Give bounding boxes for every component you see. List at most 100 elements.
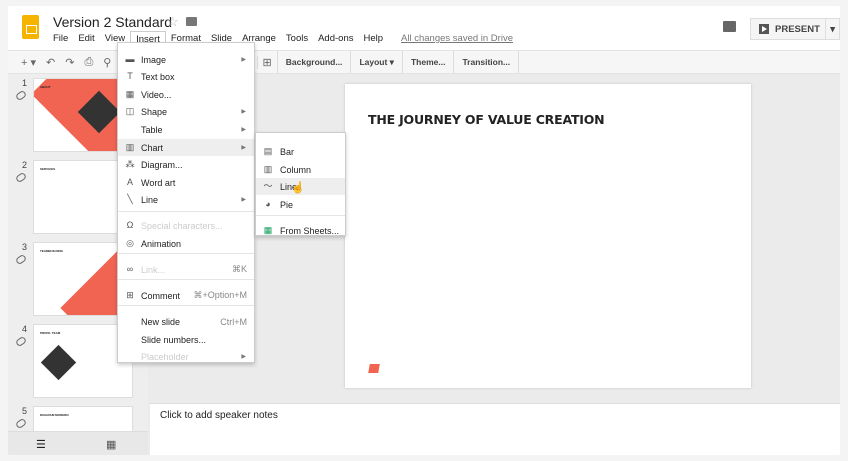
submenu-arrow-icon: ▶ <box>241 108 246 115</box>
background-button[interactable]: Background... <box>277 51 351 73</box>
menu-separator <box>256 215 345 216</box>
insert-item-chart[interactable]: ▥Chart▶ <box>118 139 254 156</box>
menu-item-label: Shape <box>141 107 167 117</box>
grid-view-icon[interactable]: ▦ <box>106 438 116 451</box>
logo-mark <box>368 364 380 373</box>
chart-item-column[interactable]: ▥Column <box>256 161 345 178</box>
redo-icon[interactable]: ↷ <box>60 56 79 69</box>
present-label: PRESENT <box>775 24 820 35</box>
insert-item-slide-numbers[interactable]: Slide numbers... <box>118 331 254 348</box>
insert-item-diagram[interactable]: ⁂Diagram... <box>118 156 254 173</box>
insert-item-comment[interactable]: ⊞ Comment ⌘+Option+M <box>118 287 254 304</box>
chart-icon: ▥ <box>125 143 135 152</box>
insert-item-placeholder: Placeholder ▶ <box>118 348 254 365</box>
video-icon: ▦ <box>125 90 135 99</box>
omega-icon: Ω <box>125 221 135 230</box>
folder-icon[interactable] <box>186 17 197 26</box>
menu-edit[interactable]: Edit <box>73 31 99 47</box>
slide-title[interactable]: THE JOURNEY OF VALUE CREATION <box>368 112 604 127</box>
menu-item-label: Diagram... <box>141 160 183 170</box>
speaker-notes[interactable]: Click to add speaker notes <box>150 403 840 455</box>
bar-chart-icon: ▤ <box>263 147 273 156</box>
slide-canvas[interactable]: THE JOURNEY OF VALUE CREATION <box>345 84 751 388</box>
save-status-link[interactable]: All changes saved in Drive <box>396 31 518 47</box>
shortcut-label: Ctrl+M <box>220 317 247 327</box>
layout-label: Layout <box>359 57 387 67</box>
layout-button[interactable]: Layout ▾ <box>350 51 402 73</box>
menu-item-label: Chart <box>141 143 163 153</box>
menu-separator <box>118 211 254 212</box>
insert-menu: ▬Image▶ T Text box ▦ Video... ◫ Shape ▶ Table ▶ ▥ C… <box>117 42 255 363</box>
pie-chart-icon: ◕ <box>263 200 273 209</box>
menu-item-label: New slide <box>141 317 180 327</box>
menu-separator <box>118 253 254 254</box>
thumb-title: PROFIL TEAM <box>40 331 60 335</box>
menu-item-label: Video... <box>141 90 171 100</box>
menu-item-label: Word art <box>141 178 175 188</box>
comments-icon[interactable] <box>723 21 736 32</box>
menu-item-label: Link... <box>141 265 165 275</box>
document-title[interactable]: Version 2 Standard <box>53 14 172 30</box>
menu-item-label: Text box <box>141 72 175 82</box>
link-icon <box>15 90 27 101</box>
menu-item-label: Slide numbers... <box>141 335 206 345</box>
theme-button[interactable]: Theme... <box>402 51 453 73</box>
insert-item-table[interactable]: Table ▶ <box>118 121 254 138</box>
insert-item-line[interactable]: ╲Line▶ <box>118 191 254 208</box>
menu-help[interactable]: Help <box>358 31 388 47</box>
paint-format-icon[interactable]: ⚲ <box>98 56 116 69</box>
shape-icon: ◫ <box>125 107 135 116</box>
menu-item-label: Line <box>141 195 158 205</box>
transition-button[interactable]: Transition... <box>453 51 519 73</box>
menu-addons[interactable]: Add-ons <box>313 31 358 47</box>
present-button[interactable]: PRESENT ▾ <box>750 18 840 40</box>
insert-item-video[interactable]: ▦ Video... <box>118 86 254 103</box>
menu-item-label: Bar <box>280 147 294 157</box>
animation-icon: ◎ <box>125 239 135 248</box>
insert-item-image[interactable]: ▬Image▶ <box>118 51 254 68</box>
slide-number: 5 <box>22 406 27 416</box>
menu-item-label: Comment <box>141 291 180 301</box>
print-icon[interactable]: ⎙ <box>79 56 98 69</box>
add-comment-icon[interactable]: ⊞ <box>257 56 277 69</box>
insert-item-word-art[interactable]: A Word art <box>118 174 254 191</box>
column-chart-icon: ▥ <box>263 165 273 174</box>
insert-item-animation[interactable]: ◎ Animation <box>118 235 254 252</box>
comment-icon: ⊞ <box>125 291 135 300</box>
slide-number: 3 <box>22 242 27 252</box>
slides-logo-icon[interactable] <box>22 15 39 39</box>
shortcut-label: ⌘+Option+M <box>193 290 247 301</box>
link-icon <box>15 172 27 183</box>
play-icon <box>759 24 769 34</box>
menu-separator <box>118 279 254 280</box>
text-box-icon: T <box>125 72 135 81</box>
menu-item-label: Placeholder <box>141 352 189 362</box>
line-icon: ╲ <box>125 195 135 204</box>
submenu-arrow-icon: ▶ <box>241 126 246 133</box>
submenu-arrow-icon: ▶ <box>241 353 246 360</box>
chart-item-from-sheets[interactable]: ▦From Sheets... <box>256 222 345 239</box>
menu-tools[interactable]: Tools <box>281 31 313 47</box>
menu-file[interactable]: File <box>48 31 73 47</box>
thumb-title: SERVICES <box>40 167 55 171</box>
view-switcher: ☰ ▦ <box>8 431 148 455</box>
slide-number: 4 <box>22 324 27 334</box>
menu-item-label: Table <box>141 125 163 135</box>
menu-item-label: Animation <box>141 239 181 249</box>
insert-item-new-slide[interactable]: New slide Ctrl+M <box>118 313 254 330</box>
chart-item-pie[interactable]: ◕Pie <box>256 196 345 213</box>
insert-item-shape[interactable]: ◫ Shape ▶ <box>118 103 254 120</box>
new-slide-plus-icon[interactable]: + ▾ <box>16 56 41 69</box>
insert-item-text-box[interactable]: T Text box <box>118 68 254 85</box>
menu-separator <box>118 305 254 306</box>
filmstrip-view-icon[interactable]: ☰ <box>36 438 46 451</box>
star-icon[interactable]: ☆ <box>167 14 179 30</box>
slide-number: 2 <box>22 160 27 170</box>
menu-item-label: From Sheets... <box>280 226 339 236</box>
thumb-title: TEAMBUILDING <box>40 249 63 253</box>
word-art-icon: A <box>125 178 135 187</box>
chart-item-bar[interactable]: ▤ Bar <box>256 143 345 160</box>
link-icon: ∞ <box>125 265 135 274</box>
present-dropdown-chevron-icon[interactable]: ▾ <box>825 19 839 39</box>
undo-icon[interactable]: ↶ <box>41 56 60 69</box>
